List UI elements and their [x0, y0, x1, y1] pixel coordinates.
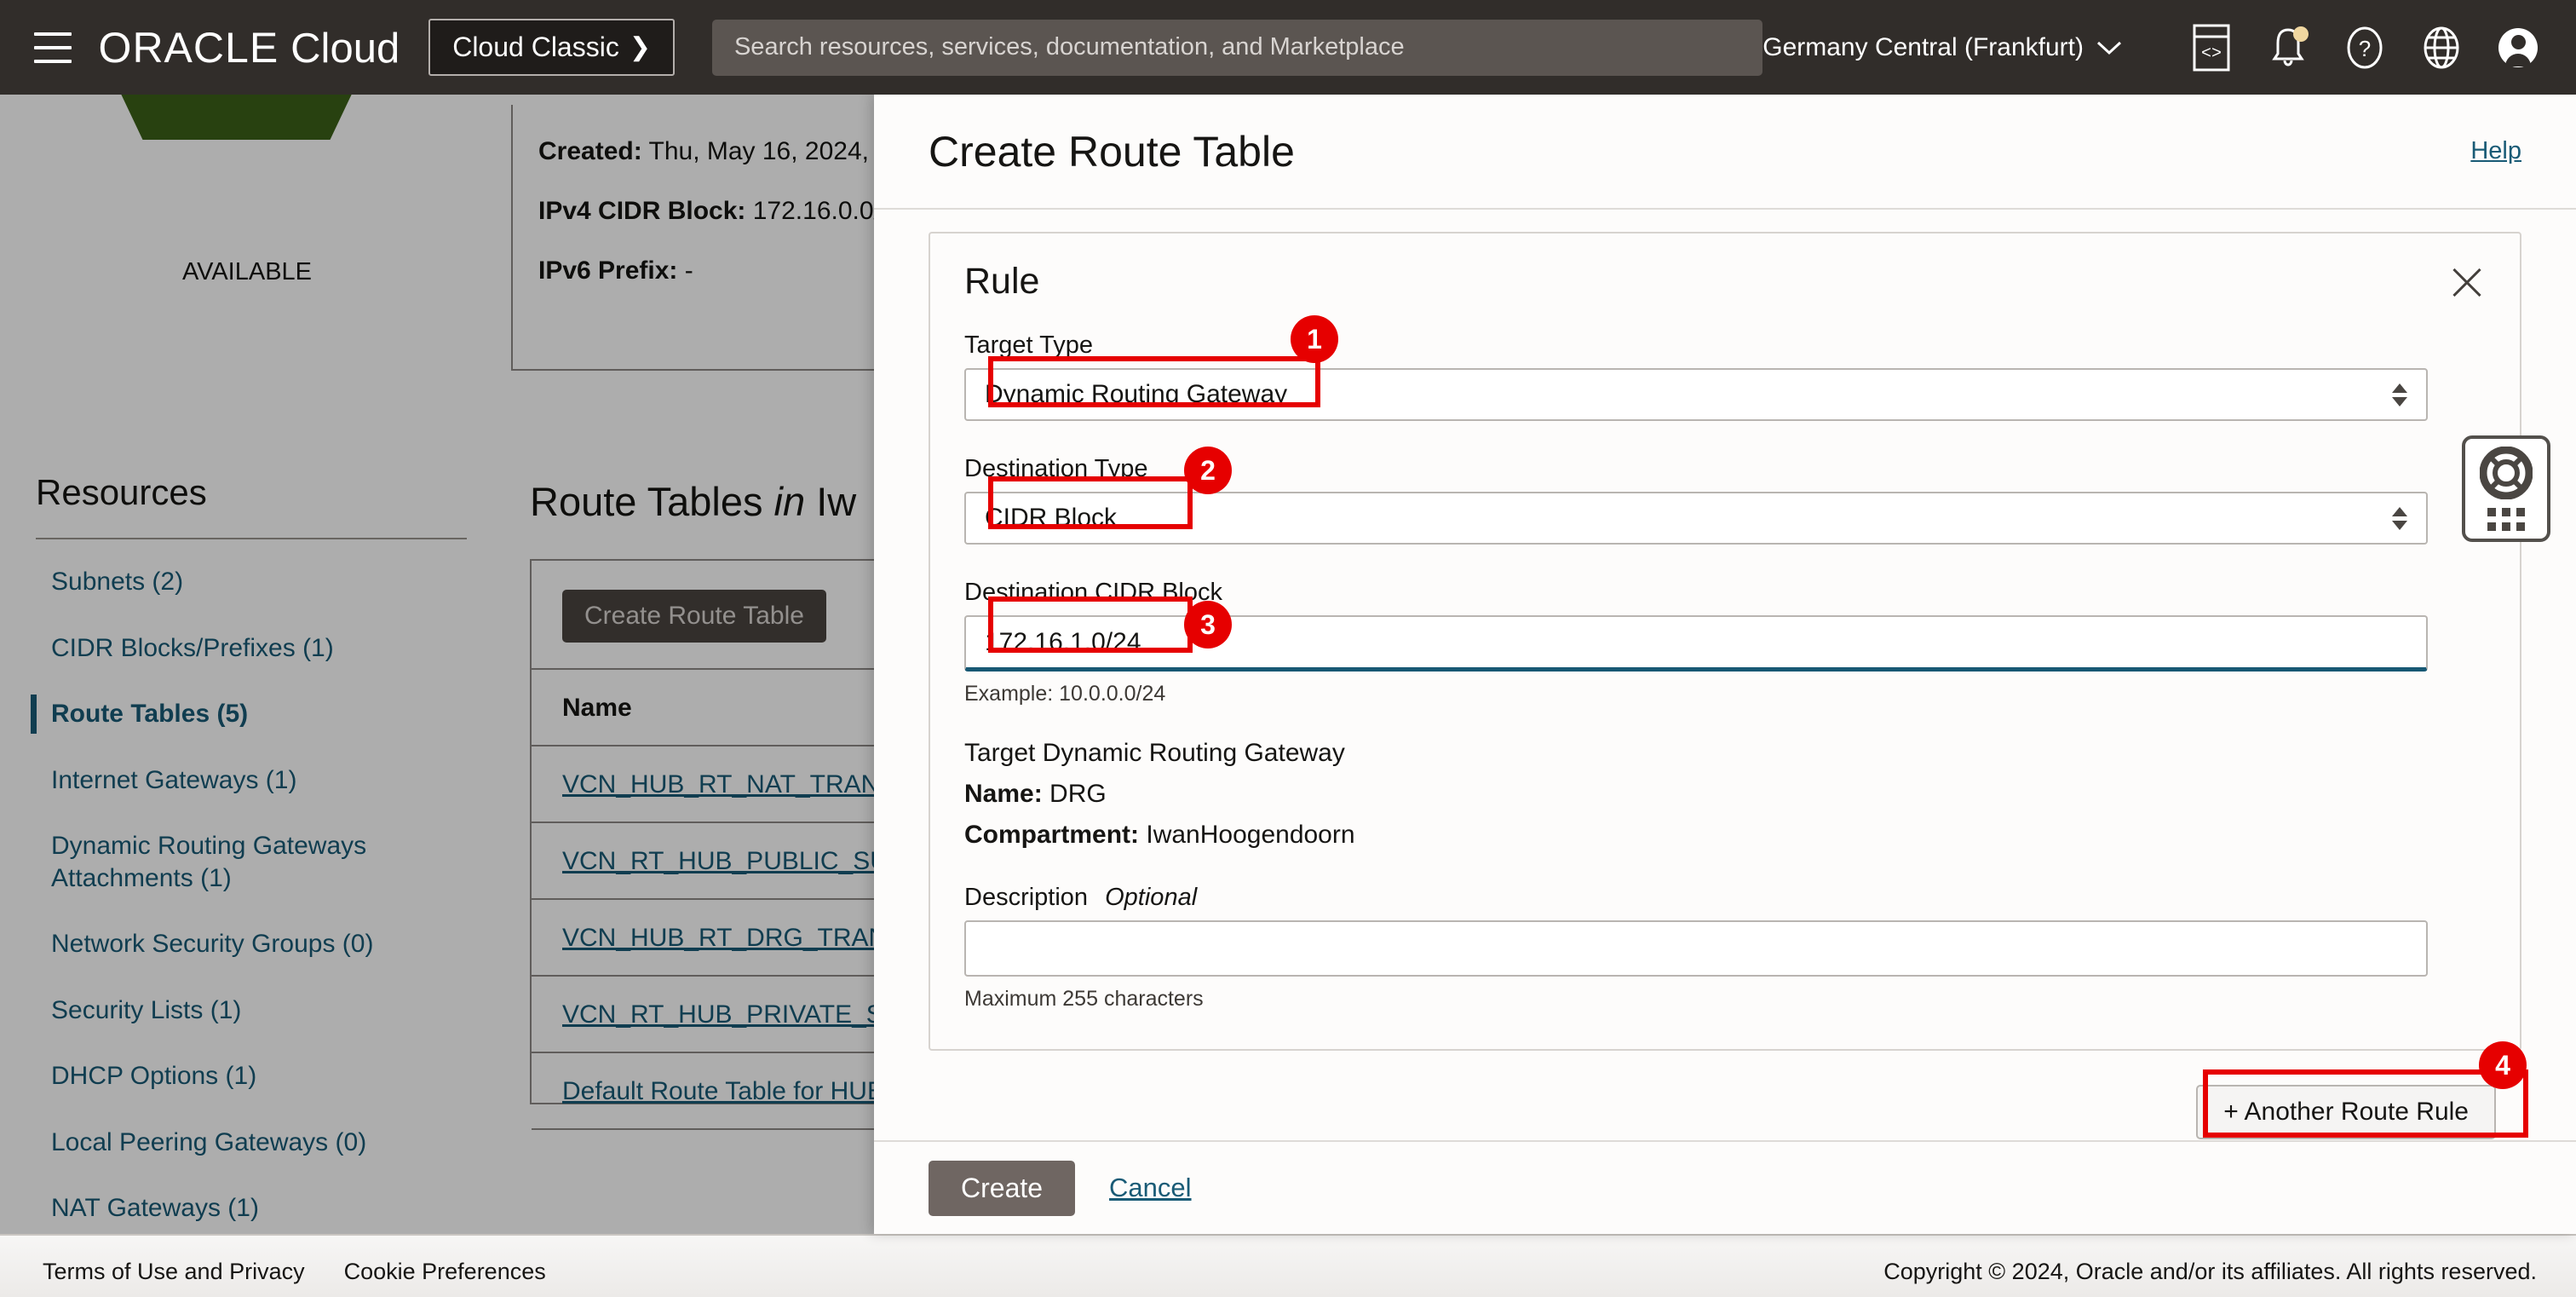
sidebar-item[interactable]: Route Tables (5): [0, 695, 511, 734]
sidebar-item[interactable]: Internet Gateways (1): [0, 764, 511, 797]
name-value: DRG: [1049, 780, 1107, 808]
destination-type-select[interactable]: CIDR Block: [964, 492, 2428, 545]
copyright-text: Copyright © 2024, Oracle and/or its affi…: [1883, 1259, 2537, 1284]
code-editor-icon[interactable]: <>: [2179, 20, 2244, 76]
rule-card-header: Rule: [964, 261, 2486, 303]
resources-list: Subnets (2) CIDR Blocks/Prefixes (1) Route…: [0, 566, 511, 1297]
compartment-label: Compartment:: [964, 821, 1140, 849]
cloud-classic-label: Cloud Classic: [452, 32, 619, 62]
create-route-table-button[interactable]: Create Route Table: [562, 590, 826, 643]
target-type-select[interactable]: Dynamic Routing Gateway: [964, 368, 2428, 421]
region-selector[interactable]: Germany Central (Frankfurt): [1762, 33, 2123, 62]
svg-text:<>: <>: [2201, 44, 2222, 64]
support-float-widget[interactable]: [2462, 435, 2550, 542]
annotation-badge-3: 3: [1184, 601, 1232, 648]
header-actions: Germany Central (Frankfurt) <> ?: [1762, 20, 2550, 76]
chevron-right-icon: ❯: [629, 33, 651, 61]
created-value: Thu, May 16, 2024, 0: [648, 137, 891, 165]
lifebuoy-support-icon: [2480, 447, 2533, 499]
app-root: ORACLE Cloud Cloud Classic ❯ Search reso…: [0, 0, 2576, 1297]
stepper-arrows-icon: [2392, 383, 2407, 406]
route-tables-heading: Route Tables in Iw: [530, 478, 856, 525]
sidebar-item[interactable]: Network Security Groups (0): [0, 928, 511, 960]
rule-section-title: Rule: [964, 261, 1040, 302]
heading-prefix: Route Tables: [530, 479, 774, 524]
terms-link[interactable]: Terms of Use and Privacy: [43, 1259, 305, 1285]
chevron-down-icon: [2096, 41, 2122, 55]
sidebar-item[interactable]: NAT Gateways (1): [0, 1192, 511, 1225]
sidebar-item[interactable]: CIDR Blocks/Prefixes (1): [0, 632, 511, 665]
target-drg-compartment-row: Compartment: IwanHoogendoorn: [964, 821, 2486, 850]
oracle-cloud-logo[interactable]: ORACLE Cloud: [99, 23, 400, 72]
target-drg-label: Target Dynamic Routing Gateway: [964, 739, 1345, 767]
another-rule-row: + Another Route Rule: [929, 1085, 2521, 1139]
panel-header: Create Route Table Help: [874, 95, 2576, 210]
global-search-input[interactable]: Search resources, services, documentatio…: [711, 19, 1763, 76]
destination-type-value: CIDR Block: [985, 504, 1118, 532]
created-label: Created:: [538, 137, 642, 165]
region-label: Germany Central (Frankfurt): [1762, 32, 2084, 61]
ipv4-label: IPv4 CIDR Block:: [538, 197, 746, 225]
help-link[interactable]: Help: [2470, 137, 2521, 165]
annotation-badge-4: 4: [2479, 1041, 2527, 1089]
ipv6-value: -: [684, 257, 693, 285]
description-input[interactable]: [964, 920, 2428, 977]
cancel-link[interactable]: Cancel: [1109, 1173, 1192, 1203]
resources-heading: Resources: [36, 472, 207, 512]
sidebar-item[interactable]: Local Peering Gateways (0): [0, 1127, 511, 1159]
drag-handle-dots[interactable]: [2487, 508, 2525, 531]
sidebar-item[interactable]: Subnets (2): [0, 566, 511, 598]
annotation-badge-2: 2: [1184, 447, 1232, 494]
stepper-arrows-icon: [2392, 506, 2407, 530]
heading-suffix: Iw: [805, 479, 857, 524]
svg-text:?: ?: [2359, 36, 2371, 61]
route-table-link[interactable]: VCN_HUB_RT_NAT_TRANSIT: [562, 770, 919, 798]
status-badge: AVAILABLE: [181, 258, 313, 285]
description-helper: Maximum 255 characters: [964, 987, 1204, 1011]
resources-sidebar: AVAILABLE Resources Subnets (2) CIDR Bloc…: [0, 90, 511, 1288]
route-table-link[interactable]: VCN_HUB_RT_DRG_TRANSIT: [562, 924, 927, 952]
footer-links: Terms of Use and Privacy Cookie Preferen…: [43, 1259, 546, 1285]
sidebar-item[interactable]: Security Lists (1): [0, 994, 511, 1027]
close-icon[interactable]: [2448, 263, 2486, 301]
another-route-rule-button[interactable]: + Another Route Rule: [2196, 1085, 2496, 1139]
status-shield-graphic: [119, 90, 354, 140]
search-placeholder-text: Search resources, services, documentatio…: [733, 33, 1405, 61]
divider: [36, 538, 467, 539]
destination-cidr-label: Destination CIDR Block: [964, 579, 1222, 606]
create-route-table-panel: Create Route Table Help Rule Target Type…: [874, 95, 2576, 1234]
description-optional-tag: Optional: [1105, 884, 1198, 911]
panel-body: Rule Target Type Dynamic Routing Gateway…: [874, 210, 2576, 1140]
name-label: Name:: [964, 780, 1043, 808]
avatar: [2498, 27, 2538, 67]
create-button[interactable]: Create: [929, 1160, 1076, 1216]
target-type-value: Dynamic Routing Gateway: [985, 380, 1288, 408]
help-question-icon[interactable]: ?: [2332, 20, 2397, 76]
panel-title: Create Route Table: [929, 127, 1295, 176]
description-label: Description: [964, 884, 1089, 911]
ipv6-label: IPv6 Prefix:: [538, 257, 678, 285]
target-drg-name-row: Name: DRG: [964, 780, 2486, 809]
panel-footer: Create Cancel: [874, 1140, 2576, 1234]
global-header: ORACLE Cloud Cloud Classic ❯ Search reso…: [0, 0, 2576, 95]
hamburger-menu-icon[interactable]: [34, 32, 72, 63]
brand-oracle-text: ORACLE: [98, 23, 279, 72]
destination-cidr-helper: Example: 10.0.0.0/24: [964, 682, 1166, 706]
annotation-badge-1: 1: [1291, 315, 1338, 363]
target-type-label: Target Type: [964, 331, 1094, 359]
brand-cloud-text: Cloud: [290, 25, 400, 72]
user-avatar-icon[interactable]: [2486, 20, 2550, 76]
sidebar-item[interactable]: DHCP Options (1): [0, 1060, 511, 1092]
notification-dot: [2293, 26, 2309, 42]
rule-card: Rule Target Type Dynamic Routing Gateway…: [929, 232, 2521, 1051]
cookie-preferences-link[interactable]: Cookie Preferences: [344, 1259, 546, 1285]
destination-cidr-value: 172.16.1.0/24: [985, 627, 1141, 656]
compartment-value: IwanHoogendoorn: [1146, 821, 1355, 849]
sidebar-item[interactable]: Dynamic Routing Gateways Attachments (1): [0, 830, 511, 894]
cloud-classic-button[interactable]: Cloud Classic ❯: [428, 19, 675, 76]
heading-italic: in: [773, 479, 806, 524]
notifications-bell-icon[interactable]: [2256, 20, 2320, 76]
description-label-row: Description Optional: [964, 884, 2486, 912]
globe-language-icon[interactable]: [2409, 20, 2474, 76]
